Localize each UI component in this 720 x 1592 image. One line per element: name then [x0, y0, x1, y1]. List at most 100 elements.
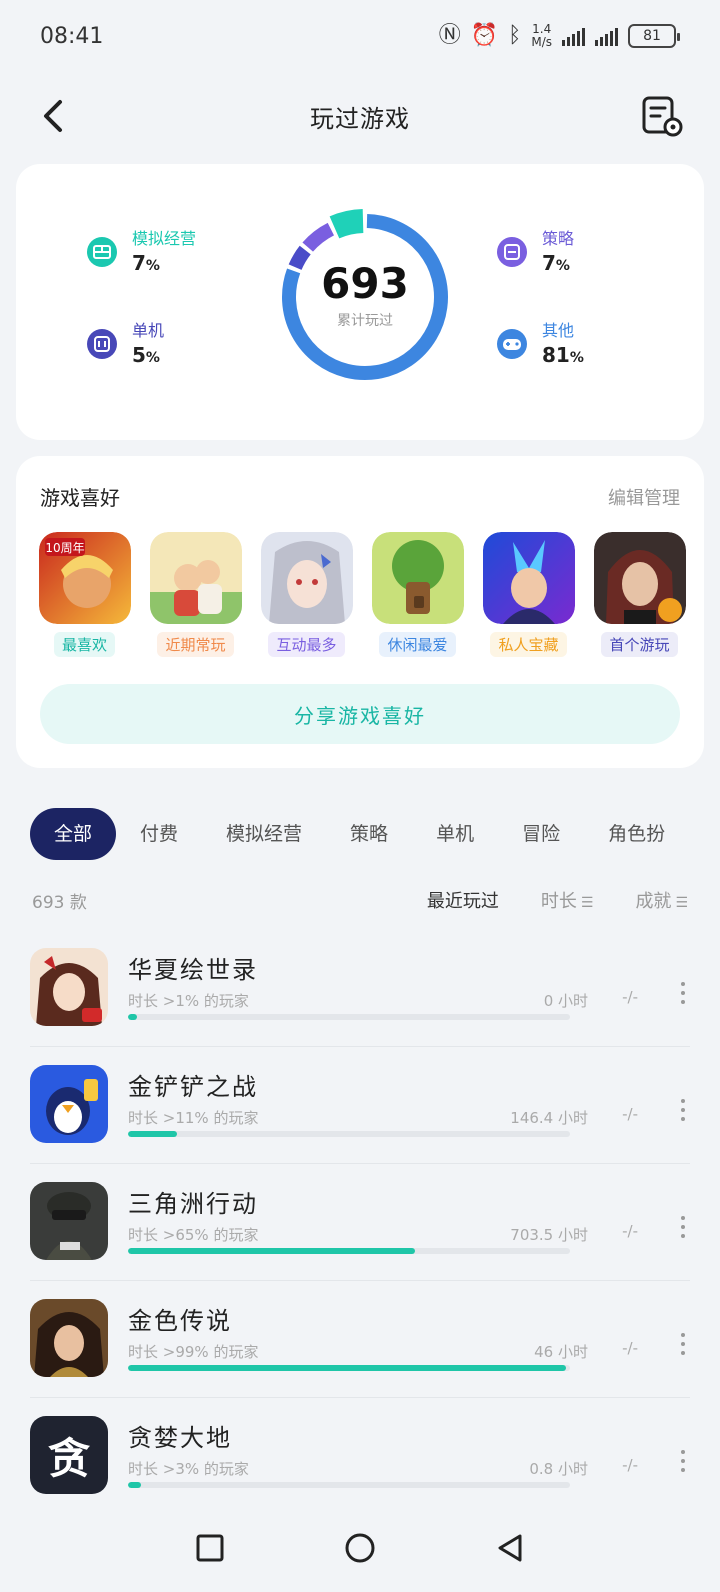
total-played-count: 693: [321, 259, 409, 308]
preferences-card: 游戏喜好 编辑管理 10周年 最喜欢 近期常玩 互动最多 休闲最爱 私人宝藏 首…: [16, 456, 704, 768]
alarm-icon: ⏰: [470, 23, 499, 48]
game-rank: 时长 >65% 的玩家: [128, 1226, 259, 1244]
game-row[interactable]: 金色传说 时长 >99% 的玩家 46 小时 -/-: [30, 1281, 690, 1398]
game-achievement: -/-: [622, 988, 638, 1006]
sort-achievement[interactable]: 成就 ☰: [635, 887, 688, 913]
status-icons: Ⓝ ⏰ ᛒ 1.4 M/s 81: [438, 22, 680, 49]
tab-rpg[interactable]: 角色扮: [584, 808, 689, 860]
playtime-progress-fill: [128, 1248, 416, 1254]
preference-tag: 首个游玩: [601, 632, 678, 657]
game-achievement: -/-: [622, 1105, 638, 1123]
game-thumbnail: 10周年: [38, 532, 131, 624]
category-name: 其他: [542, 321, 575, 340]
category-simulation[interactable]: 模拟经营 7%: [86, 228, 196, 279]
preference-item-treasure[interactable]: 私人宝藏: [482, 532, 575, 657]
sort-duration[interactable]: 时长 ☰: [541, 887, 594, 913]
preferences-title: 游戏喜好: [40, 486, 120, 510]
preference-item-casual[interactable]: 休闲最爱: [371, 532, 464, 657]
game-rank: 时长 >3% 的玩家: [128, 1460, 249, 1478]
title-bar: 玩过游戏: [0, 80, 720, 152]
signal-icon: [595, 26, 618, 46]
more-button[interactable]: [676, 1099, 690, 1121]
status-time: 08:41: [40, 23, 104, 49]
category-single[interactable]: 单机 5%: [86, 320, 164, 371]
playtime-progress-fill: [128, 1365, 566, 1371]
playtime-progress: [128, 1131, 570, 1137]
page-title: 玩过游戏: [310, 104, 410, 133]
game-thumbnail: [260, 532, 353, 624]
category-filter-tabs: 全部 付费 模拟经营 策略 单机 冒险 角色扮: [30, 808, 720, 860]
sort-icon: ☰: [580, 895, 594, 911]
game-icon: [30, 1299, 108, 1377]
tab-paid[interactable]: 付费: [116, 808, 202, 860]
list-settings-icon: [642, 96, 683, 137]
battery-icon: 81: [628, 24, 680, 48]
tab-adventure[interactable]: 冒险: [498, 808, 584, 860]
donut-segment-模拟经营: [329, 209, 364, 239]
playtime-progress: [128, 1014, 570, 1020]
sort-icon: ☰: [675, 895, 688, 911]
list-settings-button[interactable]: [640, 94, 684, 138]
more-button[interactable]: [676, 1450, 690, 1472]
more-button[interactable]: [676, 982, 690, 1004]
brick-icon: [86, 236, 118, 268]
home-button[interactable]: [340, 1528, 380, 1568]
game-icon: [30, 1065, 108, 1143]
game-thumbnail: [482, 532, 575, 624]
net-speed: 1.4 M/s: [531, 22, 552, 49]
category-percent: 7%: [542, 251, 570, 275]
nfc-icon: Ⓝ: [438, 23, 461, 48]
home-icon: [345, 1533, 375, 1563]
game-name: 华夏绘世录: [128, 956, 258, 984]
game-hours: 703.5 小时: [510, 1226, 588, 1244]
share-preferences-button[interactable]: 分享游戏喜好: [40, 684, 680, 744]
game-icon: [30, 948, 108, 1026]
tab-strategy[interactable]: 策略: [326, 808, 412, 860]
game-thumbnail: [371, 532, 464, 624]
signal-icon: [562, 26, 585, 46]
category-percent: 5%: [132, 343, 160, 367]
game-achievement: -/-: [622, 1456, 638, 1474]
tab-single[interactable]: 单机: [412, 808, 498, 860]
playtime-progress-fill: [128, 1131, 177, 1137]
bluetooth-icon: ᛒ: [508, 23, 522, 48]
playtime-progress: [128, 1365, 570, 1371]
game-row[interactable]: 贪 贪婪大地 时长 >3% 的玩家 0.8 小时 -/-: [30, 1398, 690, 1515]
playtime-progress-fill: [128, 1014, 137, 1020]
preference-tag: 私人宝藏: [490, 632, 567, 657]
game-achievement: -/-: [622, 1222, 638, 1240]
tab-simulation[interactable]: 模拟经营: [202, 808, 326, 860]
game-list: 华夏绘世录 时长 >1% 的玩家 0 小时 -/- 金铲铲之战 时长 >11% …: [30, 930, 690, 1515]
system-nav-bar: [0, 1504, 720, 1592]
edit-manage-button[interactable]: 编辑管理: [608, 484, 680, 510]
svg-text:10周年: 10周年: [45, 541, 84, 555]
preference-tag: 近期常玩: [157, 632, 234, 657]
game-row[interactable]: 华夏绘世录 时长 >1% 的玩家 0 小时 -/-: [30, 930, 690, 1047]
system-back-button[interactable]: [490, 1528, 530, 1568]
game-name: 金铲铲之战: [128, 1073, 258, 1101]
back-button[interactable]: [36, 96, 76, 136]
category-name: 单机: [132, 321, 165, 340]
game-rank: 时长 >1% 的玩家: [128, 992, 249, 1010]
game-count: 693 款: [32, 892, 87, 913]
preference-item-interact[interactable]: 互动最多: [260, 532, 353, 657]
sort-recent[interactable]: 最近玩过: [427, 887, 499, 913]
recent-apps-icon: [196, 1534, 224, 1562]
preference-item-first[interactable]: 首个游玩: [593, 532, 686, 657]
preference-item-favorite[interactable]: 10周年 最喜欢: [38, 532, 131, 657]
playtime-progress: [128, 1248, 570, 1254]
game-rank: 时长 >99% 的玩家: [128, 1343, 259, 1361]
game-icon-glyph: 贪: [47, 1433, 90, 1483]
game-thumbnail: [593, 532, 686, 624]
preference-item-recent[interactable]: 近期常玩: [149, 532, 242, 657]
more-button[interactable]: [676, 1216, 690, 1238]
game-row[interactable]: 三角洲行动 时长 >65% 的玩家 703.5 小时 -/-: [30, 1164, 690, 1281]
category-other[interactable]: 其他 81%: [496, 320, 584, 371]
game-row[interactable]: 金铲铲之战 时长 >11% 的玩家 146.4 小时 -/-: [30, 1047, 690, 1164]
game-hours: 146.4 小时: [510, 1109, 588, 1127]
game-hours: 0.8 小时: [529, 1460, 588, 1478]
recent-apps-button[interactable]: [190, 1528, 230, 1568]
more-button[interactable]: [676, 1333, 690, 1355]
tab-all[interactable]: 全部: [30, 808, 117, 860]
category-strategy[interactable]: 策略 7%: [496, 228, 574, 279]
